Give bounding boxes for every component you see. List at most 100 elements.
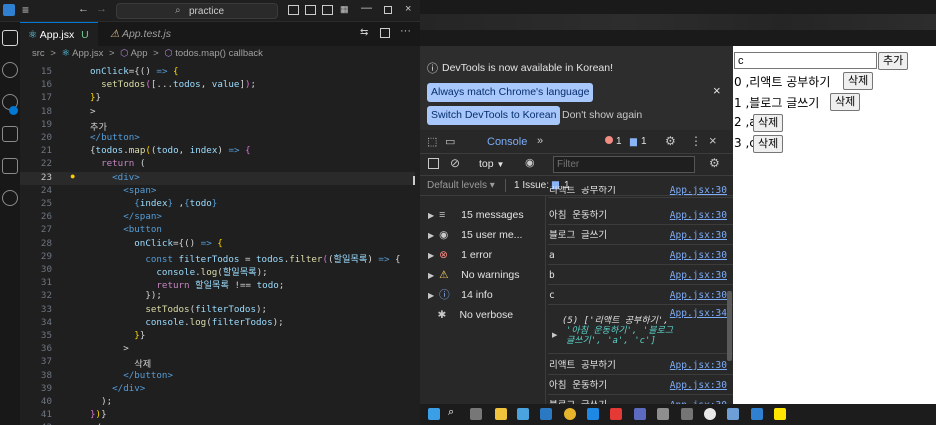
layout-secondary-icon[interactable]	[322, 5, 333, 15]
log-source-link[interactable]: App.jsx:30	[670, 376, 727, 395]
taskbar-app-icon[interactable]	[727, 408, 739, 420]
taskbar-app-icon[interactable]	[517, 408, 529, 420]
code-line[interactable]: 20 </button>	[20, 132, 415, 145]
context-select[interactable]: top ▼	[479, 158, 504, 170]
code-line[interactable]: 22 return (	[20, 158, 415, 171]
extensions-icon[interactable]	[2, 158, 18, 174]
delete-button[interactable]: 삭제	[753, 135, 784, 153]
delete-button[interactable]: 삭제	[830, 93, 861, 111]
file-explorer-icon[interactable]	[495, 408, 507, 420]
compare-icon[interactable]: ⇆	[360, 27, 368, 38]
windows-start-icon[interactable]	[428, 408, 440, 420]
taskbar-app-icon[interactable]	[704, 408, 716, 420]
close-banner-icon[interactable]: ×	[713, 83, 721, 98]
taskbar-search-icon[interactable]: ⌕	[448, 406, 454, 419]
layout-panel-icon[interactable]	[305, 5, 316, 15]
eye-icon[interactable]: ◉	[525, 156, 535, 169]
task-view-icon[interactable]	[470, 408, 482, 420]
sidebar-toggle-icon[interactable]	[428, 158, 439, 169]
code-line[interactable]: 18 >	[20, 106, 415, 119]
issues-label[interactable]: 1 Issue:	[514, 180, 549, 191]
log-source-link[interactable]: App.jsx:30	[670, 246, 727, 265]
code-line[interactable]: 35 }}	[20, 330, 415, 343]
tab-app-test[interactable]: ⚠ App.test.js	[102, 22, 192, 46]
log-source-link[interactable]: App.jsx:30	[670, 266, 727, 285]
code-line[interactable]: 16 setTodos([...todos, value]);	[20, 79, 415, 92]
taskbar-app-icon[interactable]	[681, 408, 693, 420]
lightbulb-icon[interactable]: ●	[70, 171, 75, 181]
code-line[interactable]: 36 >	[20, 343, 415, 356]
taskbar-app-icon[interactable]	[540, 408, 552, 420]
console-scrollbar[interactable]	[727, 291, 732, 361]
code-line[interactable]: 27 <button	[20, 224, 415, 237]
settings-gear-icon[interactable]: ⚙	[665, 134, 676, 148]
log-row-array[interactable]: App.jsx:34 (5) ['리액트 공부하기', '아침 운동하기', '블로…	[548, 306, 733, 354]
maximize-icon[interactable]	[384, 6, 392, 14]
taskbar-app-icon[interactable]	[587, 408, 599, 420]
breadcrumb-file[interactable]: App.jsx	[72, 48, 103, 59]
log-source-link[interactable]: App.jsx:30	[670, 356, 727, 375]
kebab-menu-icon[interactable]: ⋮	[690, 134, 702, 148]
run-debug-icon[interactable]	[2, 126, 18, 142]
log-source-link[interactable]: App.jsx:34	[670, 304, 727, 323]
inspect-icon[interactable]: ⬚	[427, 135, 437, 148]
code-line[interactable]: 41})}	[20, 409, 415, 422]
always-match-button[interactable]: Always match Chrome's language	[427, 83, 594, 102]
code-line[interactable]: 26 </span>	[20, 211, 415, 224]
code-line[interactable]: 15 onClick={() => {	[20, 66, 415, 79]
breadcrumb-callback[interactable]: todos.map() callback	[175, 48, 263, 59]
code-editor[interactable]: 15 onClick={() => {16 setTodos([...todos,…	[20, 62, 415, 425]
code-line[interactable]: 28 onClick={() => {	[20, 238, 415, 251]
chrome-icon[interactable]	[564, 408, 576, 420]
console-settings-icon[interactable]: ⚙	[709, 156, 720, 170]
forward-arrow-icon[interactable]: →	[96, 3, 107, 15]
message-icon[interactable]: ▆	[630, 136, 637, 147]
expand-arrow-icon[interactable]: ▶	[552, 326, 557, 345]
kakaotalk-icon[interactable]	[774, 408, 786, 420]
close-window-icon[interactable]: ×	[405, 3, 411, 15]
more-actions-icon[interactable]: ···	[400, 25, 411, 37]
menu-icon[interactable]: ≡	[22, 3, 29, 17]
remote-explorer-icon[interactable]	[2, 190, 18, 206]
split-editor-icon[interactable]	[380, 28, 390, 38]
delete-button[interactable]: 삭제	[753, 114, 784, 132]
code-line[interactable]: 37 삭제	[20, 356, 415, 370]
code-line[interactable]: 17}}	[20, 92, 415, 105]
log-source-link[interactable]: App.jsx:30	[670, 226, 727, 245]
code-line[interactable]: 25 {index} ,{todo}	[20, 198, 415, 211]
tab-console[interactable]: Console	[487, 136, 527, 148]
switch-korean-button[interactable]: Switch DevTools to Korean	[427, 106, 561, 125]
close-devtools-icon[interactable]: ×	[709, 133, 717, 148]
log-source-link[interactable]: App.jsx:30	[670, 186, 727, 197]
code-line[interactable]: 19 추가	[20, 119, 415, 133]
code-line[interactable]: 39 </div>	[20, 383, 415, 396]
minimize-icon[interactable]: —	[361, 2, 372, 14]
vscode-taskbar-icon[interactable]	[751, 408, 763, 420]
tab-app-jsx[interactable]: ⚛ App.jsx U	[20, 22, 98, 46]
log-source-link[interactable]: App.jsx:30	[670, 286, 727, 305]
more-tabs-icon[interactable]: »	[537, 135, 543, 147]
todo-input[interactable]	[734, 52, 877, 69]
code-line[interactable]: 40 );	[20, 396, 415, 409]
code-line[interactable]: 34 console.log(filterTodos);	[20, 317, 415, 330]
code-line[interactable]: 31 return 할일목록 !== todo;	[20, 277, 415, 291]
clear-console-icon[interactable]: ⊘	[450, 156, 460, 170]
code-line[interactable]: 21 {todos.map((todo, index) => {	[20, 145, 415, 158]
dont-show-button[interactable]: Don't show again	[558, 106, 646, 125]
layout-sidebar-icon[interactable]	[288, 5, 299, 15]
code-line[interactable]: 29 const filterTodos = todos.filter((할일목…	[20, 251, 415, 265]
default-levels-dropdown[interactable]: Default levels ▾	[427, 180, 495, 191]
code-line[interactable]: 24 <span>	[20, 185, 415, 198]
breadcrumb-app[interactable]: App	[131, 48, 148, 59]
explorer-icon[interactable]	[2, 30, 18, 46]
code-line[interactable]: 33 setTodos(filterTodos);	[20, 304, 415, 317]
add-button[interactable]: 추가	[878, 52, 909, 70]
breadcrumb-src[interactable]: src	[32, 48, 45, 59]
code-line[interactable]: 30 console.log(할일목록);	[20, 264, 415, 278]
code-line[interactable]: 38 </button>	[20, 370, 415, 383]
code-line[interactable]: 32 });	[20, 290, 415, 303]
search-sidebar-icon[interactable]	[2, 62, 18, 78]
device-toggle-icon[interactable]: ▭	[445, 135, 455, 148]
taskbar-app-icon[interactable]	[634, 408, 646, 420]
customize-layout-icon[interactable]: ▦	[340, 4, 349, 15]
